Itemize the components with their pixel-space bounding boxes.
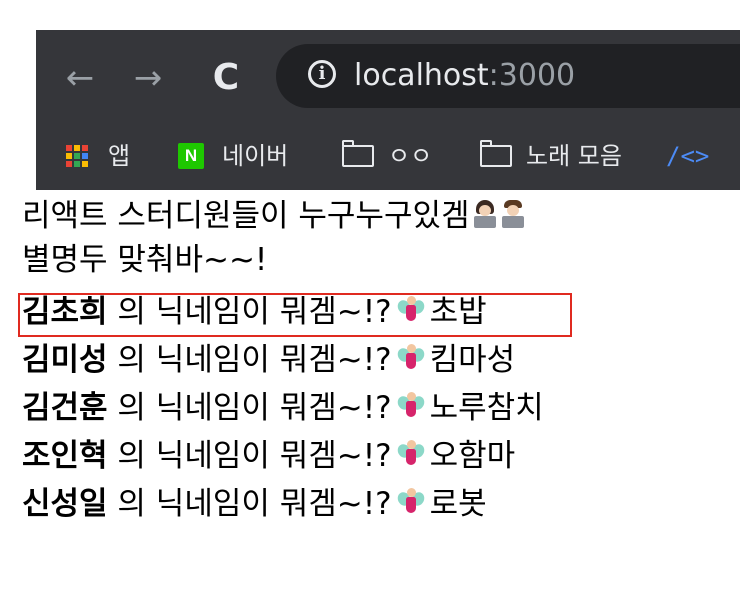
question-text: 의 닉네임이 뭐겜~!? [117,438,392,474]
member-row: 신성일 의 닉네임이 뭐겜~!? 로봇 [22,482,732,530]
intro-line: 별명두 맞춰바~~! [22,238,732,290]
member-row: 김건훈 의 닉네임이 뭐겜~!? 노루참치 [22,386,732,434]
info-icon[interactable]: i [308,60,336,88]
url-text[interactable]: localhost:3000 [354,57,575,95]
woman-technologist-icon [472,200,498,230]
member-row: 김초희 의 닉네임이 뭐겜~!? 초밥 [18,290,732,338]
member-nickname: 오함마 [429,438,516,474]
member-name: 김건훈 [22,390,108,426]
browser-toolbar: ← → C i localhost:3000 [36,30,740,122]
member-name: 신성일 [22,486,108,522]
member-row: 김미성 의 닉네임이 뭐겜~!? 킴마성 [22,338,732,386]
question-text: 의 닉네임이 뭐겜~!? [117,390,392,426]
bookmark-folder-oo[interactable]: ㅇㅇ [342,122,432,190]
man-technologist-icon [500,200,526,230]
question-text: 의 닉네임이 뭐겜~!? [117,486,392,522]
member-nickname: 킴마성 [429,342,516,378]
bookmarks-bar: 앱 N 네이버 ㅇㅇ 노래 모음 /<> [36,122,740,190]
question-text: 의 닉네임이 뭐겜~!? [117,342,392,378]
member-nickname: 로봇 [429,486,487,522]
fairy-icon [394,488,427,518]
code-icon: /<> [666,142,710,170]
reload-icon[interactable]: C [206,58,246,98]
browser-window: ← → C i localhost:3000 앱 N 네이버 ㅇㅇ 노래 모음 [36,30,740,190]
fairy-icon [394,392,427,422]
page-content: 리액트 스터디원들이 누구누구있겜 별명두 맞춰바~~! 김초희 의 닉네임이 … [18,194,732,530]
fairy-icon [394,344,427,374]
bookmark-label: 네이버 [222,142,289,170]
url-host: localhost [354,58,489,93]
highlight-box [18,293,572,337]
forward-arrow-icon[interactable]: → [128,58,168,98]
intro-line: 리액트 스터디원들이 누구누구있겜 [22,194,732,238]
intro-text: 별명두 맞춰바~~! [22,242,268,278]
member-name: 김미성 [22,342,108,378]
naver-icon: N [178,143,204,169]
member-name: 조인혁 [22,438,108,474]
intro-text: 리액트 스터디원들이 누구누구있겜 [22,198,470,234]
bookmark-label: 노래 모음 [526,142,622,170]
bookmark-code[interactable]: /<> [666,122,709,190]
address-bar[interactable]: i localhost:3000 [276,44,740,108]
member-nickname: 노루참치 [429,390,544,426]
back-arrow-icon[interactable]: ← [60,58,100,98]
folder-icon [480,140,512,167]
folder-icon [342,140,374,167]
url-port: :3000 [488,58,576,93]
member-row: 조인혁 의 닉네임이 뭐겜~!? 오함마 [22,434,732,482]
fairy-icon [394,440,427,470]
bookmark-naver[interactable]: N 네이버 [178,122,288,190]
bookmark-label: ㅇㅇ [388,142,433,170]
bookmark-apps[interactable]: 앱 [66,122,130,190]
bookmark-folder-songs[interactable]: 노래 모음 [480,122,622,190]
bookmark-label: 앱 [108,142,131,170]
fairy-icon [394,296,427,326]
apps-grid-icon [66,145,88,167]
